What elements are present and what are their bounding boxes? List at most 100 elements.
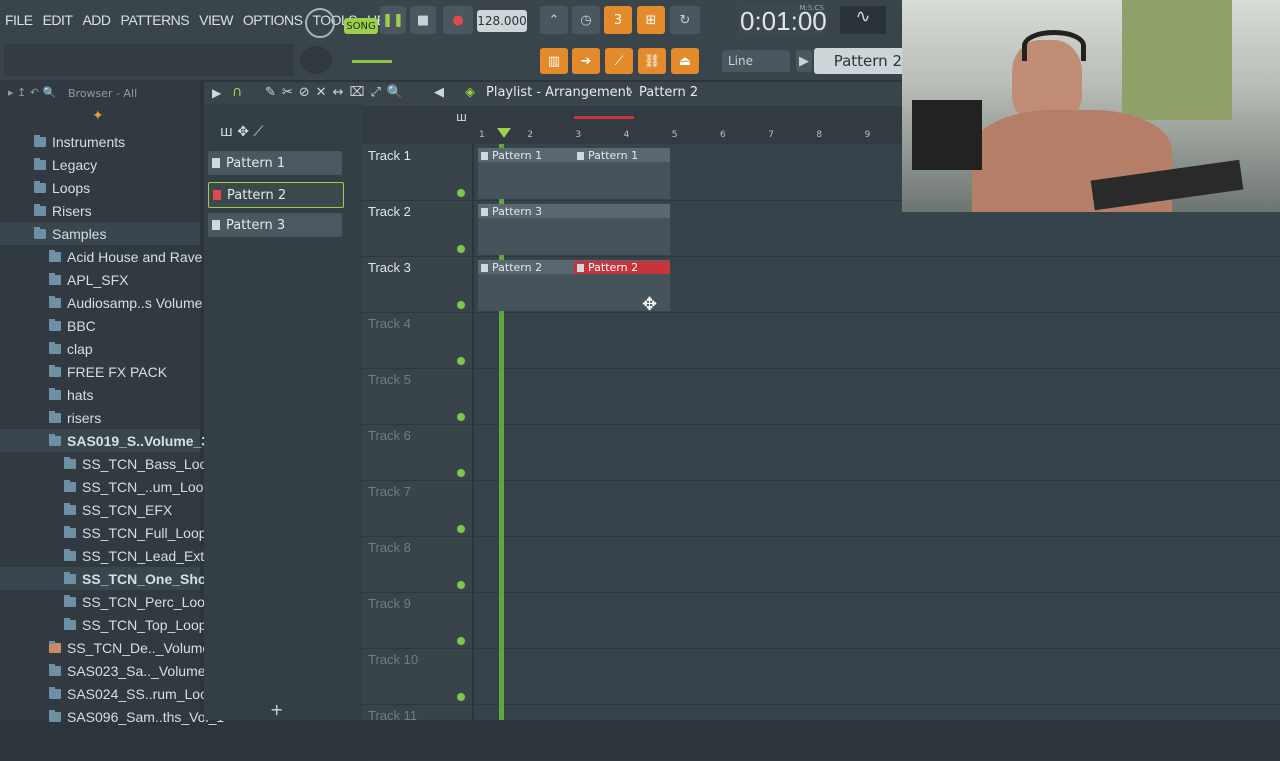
pattern-picker-icons[interactable]: ш ✥ ⟋ — [220, 124, 263, 140]
ruler-bar-label: 8 — [816, 130, 823, 140]
track-label[interactable]: Track 1 — [368, 148, 411, 163]
playlist-menu-arrow[interactable]: ▶ — [212, 86, 221, 100]
master-pitch-knob[interactable] — [300, 46, 332, 74]
metronome-button[interactable]: ⌃ — [540, 6, 568, 34]
track-label[interactable]: Track 8 — [368, 540, 411, 555]
track-mute-led[interactable] — [457, 413, 465, 421]
browser-item[interactable]: SAS024_SS..rum_Loops — [0, 682, 223, 705]
track-mute-led[interactable] — [457, 301, 465, 309]
browser-item[interactable]: SS_TCN_Perc_Loops — [0, 590, 220, 613]
browser-item[interactable]: APL_SFX — [0, 268, 200, 291]
track-mute-led[interactable] — [457, 245, 465, 253]
browser-item[interactable]: risers — [0, 406, 200, 429]
browser-item[interactable]: Risers — [0, 199, 200, 222]
track-label[interactable]: Track 3 — [368, 260, 411, 275]
browser-item[interactable]: SS_TCN_EFX — [0, 498, 200, 521]
browser-item[interactable]: SS_TCN_Top_Loops — [0, 613, 214, 636]
menu-file[interactable]: FILE — [0, 12, 38, 28]
browser-item[interactable]: BBC — [0, 314, 200, 337]
menu-patterns[interactable]: PATTERNS — [116, 12, 195, 28]
stop-icon: ■ — [416, 12, 430, 28]
browser-item-label: SS_TCN_EFX — [82, 501, 173, 518]
loop-region[interactable] — [574, 116, 634, 119]
pattern-prev-button[interactable]: ▶ — [796, 50, 812, 72]
track-label[interactable]: Track 2 — [368, 204, 411, 219]
browser-item-label: hats — [67, 386, 94, 403]
browser-item[interactable]: Acid House and Rave — [0, 245, 202, 268]
menu-options[interactable]: OPTIONS — [238, 12, 308, 28]
track-label[interactable]: Track 9 — [368, 596, 411, 611]
playlist-button[interactable]: ➜ — [572, 48, 600, 74]
browser-item[interactable]: hats — [0, 383, 200, 406]
playlist-play-icon[interactable]: ◀ — [434, 85, 444, 100]
track-label[interactable]: Track 10 — [368, 652, 418, 667]
track-mute-led[interactable] — [457, 637, 465, 645]
countdown-button[interactable]: 3 — [604, 6, 632, 34]
browser-item[interactable]: SS_TCN_Lead_Extra — [0, 544, 217, 567]
master-volume-slider[interactable] — [352, 60, 392, 63]
playlist-tools[interactable]: ✎✂⊘✕↔⌧⤢🔍 — [265, 85, 409, 100]
record-button[interactable]: ● — [443, 6, 473, 34]
folder-icon — [64, 525, 76, 538]
pattern-selector[interactable]: Pattern 2 — [814, 48, 906, 74]
browser-item[interactable]: SS_TCN_Bass_Loops — [0, 452, 222, 475]
track-label[interactable]: Track 6 — [368, 428, 411, 443]
track-label[interactable]: Track 4 — [368, 316, 411, 331]
track-mute-led[interactable] — [457, 189, 465, 197]
track-mute-led[interactable] — [457, 525, 465, 533]
track-label[interactable]: Track 7 — [368, 484, 411, 499]
clip-icon — [577, 263, 584, 272]
browser-item[interactable]: SAS019_S..Volume_3 — [0, 429, 209, 452]
pause-button[interactable]: ❚❚ — [380, 6, 406, 34]
menu-edit[interactable]: EDIT — [38, 12, 78, 28]
master-volume-knob[interactable] — [305, 8, 335, 38]
track-label[interactable]: Track 5 — [368, 372, 411, 387]
track-mute-led[interactable] — [457, 469, 465, 477]
plugin-picker-button[interactable]: ⏏ — [671, 48, 699, 74]
clip-track1-pattern1[interactable]: Pattern 1 — [478, 148, 574, 199]
browser-item[interactable]: Audiosamp..s Volume 1 — [0, 291, 214, 314]
browser-snap-icon[interactable]: ✦ — [92, 108, 104, 124]
track-mute-led[interactable] — [457, 581, 465, 589]
browser-item[interactable]: SS_TCN_Full_Loops — [0, 521, 214, 544]
tempo-display[interactable]: 128.000 — [477, 10, 527, 32]
add-pattern-icon[interactable]: + — [270, 700, 283, 719]
clip-track1-pattern1b[interactable]: Pattern 1 — [574, 148, 670, 199]
loop-record-button[interactable]: ↻ — [670, 6, 700, 34]
browser-item[interactable]: FREE FX PACK — [0, 360, 200, 383]
browser-item[interactable]: SAS023_Sa.._Volume_4 — [0, 659, 221, 682]
browser-item[interactable]: Legacy — [0, 153, 200, 176]
playhead-marker[interactable] — [497, 128, 511, 138]
browser-item[interactable]: clap — [0, 337, 200, 360]
folder-icon — [64, 617, 76, 630]
track-mute-led[interactable] — [457, 693, 465, 701]
wait-input-button[interactable]: ◷ — [572, 6, 600, 34]
pattern-icon — [212, 158, 220, 168]
browser-item[interactable]: SAS096_Sam..ths_Vol_1 — [0, 705, 224, 728]
browser-nav-icons[interactable]: ▸ ↥ ↶ 🔍 — [8, 86, 56, 99]
song-mode-toggle[interactable]: SONG — [344, 18, 378, 34]
browser-item[interactable]: SS_TCN_..um_Loops — [0, 475, 218, 498]
piano-roll-button[interactable]: ▥ — [540, 48, 568, 74]
step-edit-button[interactable]: ⊞ — [637, 6, 665, 34]
browser-item[interactable]: Loops — [0, 176, 200, 199]
track-mute-led[interactable] — [457, 357, 465, 365]
browser-item[interactable]: SS_TCN_One_Shot — [0, 567, 211, 590]
pattern-item-2[interactable]: Pattern 2 — [208, 182, 344, 208]
menu-add[interactable]: ADD — [77, 12, 115, 28]
browser-item[interactable]: Instruments — [0, 130, 200, 153]
clip-track3-pattern2[interactable]: Pattern 2 — [478, 260, 574, 311]
track-label[interactable]: Track 11 — [368, 708, 417, 723]
pattern-item-3[interactable]: Pattern 3 — [208, 213, 342, 237]
pattern-item-1[interactable]: Pattern 1 — [208, 151, 342, 175]
magnet-icon[interactable]: ∩ — [232, 84, 242, 100]
mixer-button[interactable]: ⟋ — [605, 48, 633, 74]
menu-view[interactable]: VIEW — [194, 12, 238, 28]
channel-rack-button[interactable]: ⛓ — [638, 48, 666, 74]
time-format-label: M:S:CS — [799, 4, 824, 12]
snap-selector[interactable]: Line — [722, 50, 790, 72]
clip-track2-pattern3[interactable]: Pattern 3 — [478, 204, 670, 255]
browser-item[interactable]: SS_TCN_De.._Volume_03 — [0, 636, 234, 659]
stop-button[interactable]: ■ — [410, 6, 436, 34]
browser-item[interactable]: Samples — [0, 222, 200, 245]
